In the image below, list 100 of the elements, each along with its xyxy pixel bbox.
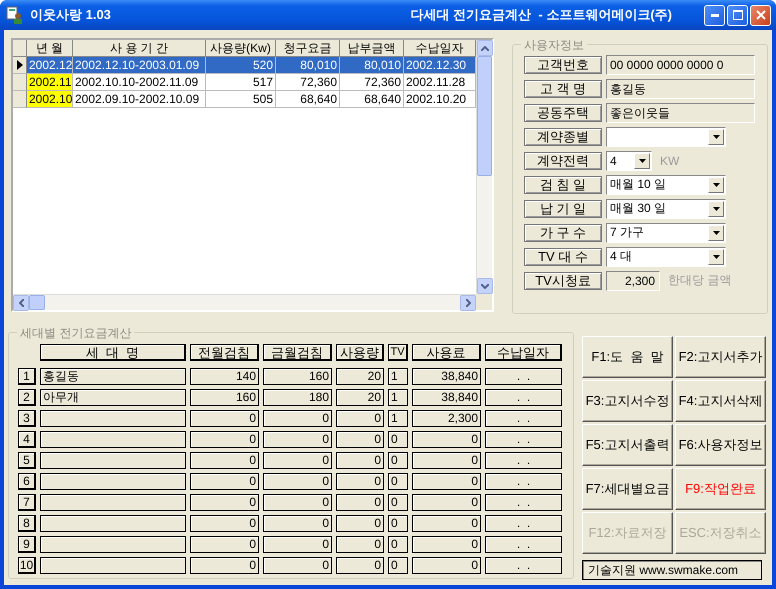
input-field[interactable]: 1	[388, 410, 408, 427]
input-field[interactable]: 0	[388, 452, 408, 469]
input-field[interactable]: 0	[263, 515, 332, 532]
dropdown-field[interactable]	[606, 126, 726, 146]
input-field[interactable]: . .	[485, 494, 562, 511]
input-field[interactable]: . .	[485, 389, 562, 406]
input-field[interactable]: 1	[388, 368, 408, 385]
dropdown-field[interactable]: 매월 30 일	[606, 198, 726, 218]
input-field[interactable]	[40, 431, 186, 448]
scroll-left-button[interactable]	[13, 295, 29, 311]
column-header[interactable]: 사 용 기 간	[73, 40, 206, 57]
dropdown-field[interactable]: 매월 10 일	[606, 174, 726, 194]
input-field[interactable]: 0	[412, 494, 481, 511]
input-field[interactable]: 20	[336, 368, 384, 385]
input-field[interactable]: 140	[190, 368, 259, 385]
scroll-right-button[interactable]	[460, 295, 476, 311]
function-button[interactable]: F5:고지서출력	[582, 424, 673, 466]
input-field[interactable]	[40, 473, 186, 490]
column-header[interactable]: 사용량(Kw)	[206, 40, 276, 57]
input-field[interactable]: 0	[336, 536, 384, 553]
input-field[interactable]: 0	[263, 410, 332, 427]
dropdown-arrow-button[interactable]	[708, 224, 724, 240]
input-field[interactable]: 0	[388, 494, 408, 511]
input-field[interactable]: . .	[485, 557, 562, 574]
input-field[interactable]: . .	[485, 452, 562, 469]
horizontal-scrollbar[interactable]	[13, 294, 476, 310]
input-field[interactable]: . .	[485, 368, 562, 385]
input-field[interactable]: 0	[412, 473, 481, 490]
input-field[interactable]	[40, 410, 186, 427]
scroll-down-button[interactable]	[477, 278, 493, 294]
input-field[interactable]: 0	[190, 452, 259, 469]
column-header[interactable]: 청구요금	[276, 40, 340, 57]
dropdown-field[interactable]: 4	[606, 150, 652, 170]
input-field[interactable]: . .	[485, 515, 562, 532]
dropdown-arrow-button[interactable]	[708, 200, 724, 216]
input-field[interactable]	[40, 494, 186, 511]
input-field[interactable]: 0	[190, 515, 259, 532]
input-field[interactable]	[40, 557, 186, 574]
input-field[interactable]: . .	[485, 536, 562, 553]
input-field[interactable]: 0	[263, 557, 332, 574]
input-field[interactable]: 0	[336, 473, 384, 490]
input-field[interactable]: 0	[263, 536, 332, 553]
dropdown-arrow-button[interactable]	[708, 176, 724, 192]
input-field[interactable]: 0	[336, 410, 384, 427]
text-field[interactable]: 00 0000 0000 0000 0	[606, 54, 755, 74]
input-field[interactable]: 20	[336, 389, 384, 406]
dropdown-field[interactable]: 7 가구	[606, 222, 726, 242]
input-field[interactable]: 0	[263, 494, 332, 511]
column-header[interactable]: 납부금액	[340, 40, 404, 57]
input-field[interactable]: 0	[336, 515, 384, 532]
input-field[interactable]: 180	[263, 389, 332, 406]
scroll-thumb[interactable]	[477, 56, 492, 176]
text-field[interactable]: 홍길동	[606, 78, 755, 98]
input-field[interactable]: 0	[190, 431, 259, 448]
input-field[interactable]: 0	[412, 536, 481, 553]
input-field[interactable]: 0	[336, 431, 384, 448]
input-field[interactable]: 0	[263, 473, 332, 490]
input-field[interactable]	[40, 536, 186, 553]
input-field[interactable]: 0	[190, 494, 259, 511]
input-field[interactable]: 0	[190, 557, 259, 574]
scroll-thumb[interactable]	[29, 295, 45, 310]
function-button[interactable]: F2:고지서추가	[675, 336, 766, 378]
input-field[interactable]: 홍길동	[40, 368, 186, 385]
input-field[interactable]: 2,300	[412, 410, 481, 427]
column-header[interactable]: 년 월	[27, 40, 73, 57]
input-field[interactable]: 0	[412, 452, 481, 469]
input-field[interactable]: . .	[485, 473, 562, 490]
input-field[interactable]: 0	[412, 431, 481, 448]
input-field[interactable]: 0	[190, 410, 259, 427]
dropdown-arrow-button[interactable]	[634, 152, 650, 168]
maximize-button[interactable]	[727, 4, 748, 26]
scroll-up-button[interactable]	[477, 40, 493, 56]
input-field[interactable]	[40, 452, 186, 469]
input-field[interactable]: 0	[388, 473, 408, 490]
input-field[interactable]: 0	[263, 452, 332, 469]
input-field[interactable]: . .	[485, 431, 562, 448]
input-field[interactable]: 0	[388, 536, 408, 553]
function-button[interactable]: F6:사용자정보	[675, 424, 766, 466]
function-button[interactable]: F3:고지서수정	[582, 380, 673, 422]
input-field[interactable]: 0	[388, 515, 408, 532]
dropdown-arrow-button[interactable]	[708, 128, 724, 144]
minimize-button[interactable]	[704, 4, 725, 26]
input-field[interactable]: 0	[412, 557, 481, 574]
input-field[interactable]: 38,840	[412, 389, 481, 406]
input-field[interactable]: 0	[336, 557, 384, 574]
input-field[interactable]: 아무개	[40, 389, 186, 406]
dropdown-arrow-button[interactable]	[708, 248, 724, 264]
input-field[interactable]: 0	[190, 536, 259, 553]
input-field[interactable]: 0	[336, 452, 384, 469]
function-button[interactable]: F1:도 움 말	[582, 336, 673, 378]
row-header[interactable]	[13, 57, 27, 74]
input-field[interactable]: 160	[190, 389, 259, 406]
dropdown-field[interactable]: 4 대	[606, 246, 726, 266]
input-field[interactable]: . .	[485, 410, 562, 427]
text-field[interactable]: 좋은이웃들	[606, 102, 755, 122]
input-field[interactable]: 0	[336, 494, 384, 511]
input-field[interactable]: 0	[190, 473, 259, 490]
function-button[interactable]: F4:고지서삭제	[675, 380, 766, 422]
input-field[interactable]: 160	[263, 368, 332, 385]
function-button[interactable]: F7:세대별요금	[582, 468, 673, 510]
